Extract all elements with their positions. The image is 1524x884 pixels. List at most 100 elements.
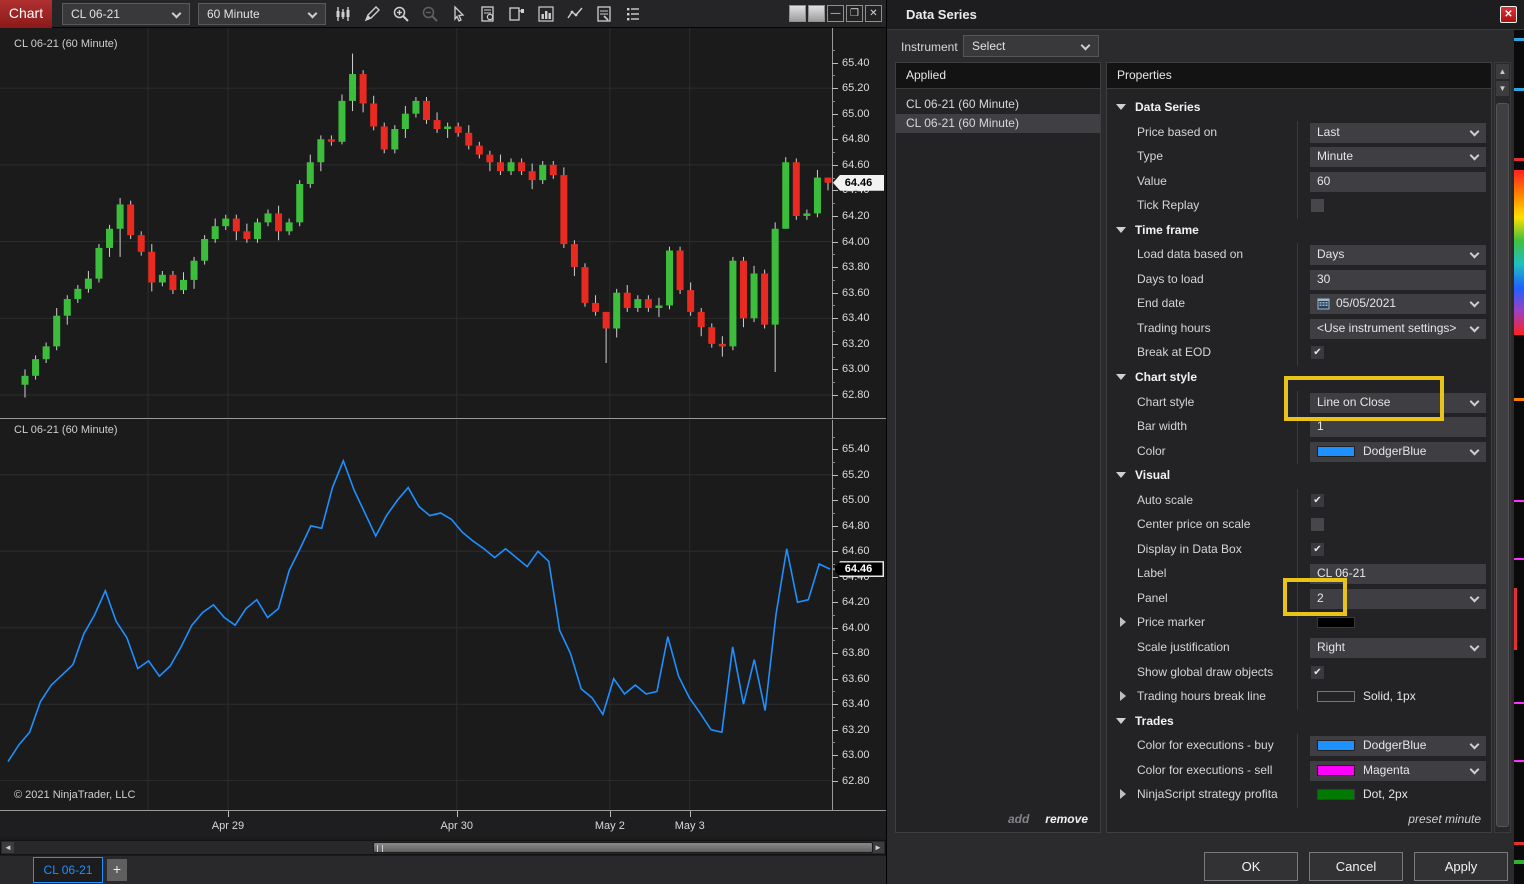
property-dropdown[interactable]: DodgerBlue bbox=[1310, 441, 1486, 462]
property-dropdown[interactable]: 05/05/2021 bbox=[1310, 294, 1486, 315]
property-row-ninjascript-strategy-profita[interactable]: NinjaScript strategy profita Dot, 2px bbox=[1107, 783, 1491, 808]
property-dropdown[interactable]: Right bbox=[1310, 638, 1486, 659]
property-row-color-for-executions-sell[interactable]: Color for executions - sell Magenta bbox=[1107, 758, 1491, 784]
checkbox-checked[interactable]: ✔ bbox=[1311, 542, 1324, 556]
chart-trader-icon[interactable] bbox=[506, 2, 528, 26]
chart-tab[interactable]: CL 06-21 bbox=[33, 857, 103, 883]
property-row-display-in-data-box[interactable]: Display in Data Box ✔ bbox=[1107, 537, 1491, 563]
property-row-color[interactable]: Color DodgerBlue bbox=[1107, 439, 1491, 465]
apply-button[interactable]: Apply bbox=[1414, 852, 1508, 881]
property-row-price-based-on[interactable]: Price based on Last bbox=[1107, 120, 1491, 146]
property-dropdown[interactable]: Minute bbox=[1310, 147, 1486, 168]
instrument-selector[interactable]: CL 06-21 bbox=[62, 3, 190, 25]
applied-series-item[interactable]: CL 06-21 (60 Minute) bbox=[896, 95, 1100, 114]
section-visual[interactable]: Visual bbox=[1107, 464, 1491, 489]
zoom-in-icon[interactable] bbox=[390, 2, 412, 26]
expand-triangle-icon[interactable] bbox=[1120, 617, 1126, 628]
property-row-value[interactable]: Value 60 bbox=[1107, 169, 1491, 195]
dialog-close-icon[interactable]: ✕ bbox=[1500, 6, 1517, 23]
close-window-icon[interactable]: ✕ bbox=[865, 5, 882, 22]
horizontal-scrollbar[interactable]: ◄ ► bbox=[0, 840, 886, 855]
collapse-triangle-icon[interactable] bbox=[1116, 226, 1126, 233]
checkbox-checked[interactable]: ✔ bbox=[1311, 346, 1324, 360]
property-style-value[interactable]: Solid, 1px bbox=[1310, 687, 1486, 707]
property-row-break-at-eod[interactable]: Break at EOD ✔ bbox=[1107, 341, 1491, 367]
data-box-icon[interactable] bbox=[477, 2, 499, 26]
section-time-frame[interactable]: Time frame bbox=[1107, 219, 1491, 244]
collapse-triangle-icon[interactable] bbox=[1116, 104, 1126, 110]
property-row-tick-replay[interactable]: Tick Replay bbox=[1107, 194, 1491, 219]
property-row-scale-justification[interactable]: Scale justification Right bbox=[1107, 636, 1491, 661]
checkbox-checked[interactable]: ✔ bbox=[1311, 665, 1324, 679]
script-editor-icon[interactable] bbox=[593, 2, 615, 26]
property-dropdown[interactable]: Days bbox=[1310, 245, 1486, 266]
property-row-type[interactable]: Type Minute bbox=[1107, 145, 1491, 170]
background-window-fragment bbox=[1514, 588, 1517, 650]
property-input[interactable]: 60 bbox=[1310, 171, 1486, 192]
price-tick-label: 63.60 bbox=[842, 672, 870, 685]
checkbox-checked[interactable]: ✔ bbox=[1311, 493, 1324, 507]
chart-style-icon[interactable] bbox=[332, 2, 354, 26]
property-label: Chart style bbox=[1135, 370, 1198, 385]
property-row-load-data-based-on[interactable]: Load data based on Days bbox=[1107, 243, 1491, 268]
property-row-show-global-draw-objects[interactable]: Show global draw objects ✔ bbox=[1107, 660, 1491, 686]
applied-series-item[interactable]: CL 06-21 (60 Minute) bbox=[896, 114, 1100, 133]
instrument-select-dropdown[interactable]: Select bbox=[963, 35, 1099, 57]
property-row-trading-hours[interactable]: Trading hours <Use instrument settings> bbox=[1107, 316, 1491, 342]
data-series-dialog: Data Series ✕ Instrument Select Applied … bbox=[886, 0, 1524, 884]
price-tick bbox=[832, 653, 838, 655]
scroll-down-icon[interactable]: ▼ bbox=[1496, 81, 1509, 96]
cursor-icon[interactable] bbox=[448, 2, 470, 26]
collapse-triangle-icon[interactable] bbox=[1116, 374, 1126, 381]
property-row-color-for-executions-buy[interactable]: Color for executions - buy DodgerBlue bbox=[1107, 734, 1491, 759]
property-dropdown[interactable]: Magenta bbox=[1310, 760, 1486, 781]
property-dropdown[interactable]: <Use instrument settings> bbox=[1310, 318, 1486, 339]
chart-menu-button[interactable]: Chart bbox=[0, 0, 52, 28]
add-tab-button[interactable]: + bbox=[107, 859, 127, 881]
scrollbar-thumb[interactable] bbox=[1496, 103, 1509, 827]
chart-plot-area[interactable]: 65.4065.2065.0064.8064.6064.4064.2064.00… bbox=[0, 28, 886, 810]
collapse-triangle-icon[interactable] bbox=[1116, 717, 1126, 724]
property-row-auto-scale[interactable]: Auto scale ✔ bbox=[1107, 488, 1491, 514]
strategies-icon[interactable] bbox=[564, 2, 586, 26]
maximize-icon[interactable]: ❐ bbox=[846, 5, 863, 22]
property-row-trading-hours-break-line[interactable]: Trading hours break line Solid, 1px bbox=[1107, 685, 1491, 710]
property-input[interactable]: 30 bbox=[1310, 269, 1486, 290]
price-tick bbox=[832, 88, 838, 90]
property-style-value[interactable] bbox=[1310, 613, 1486, 633]
indicators-icon[interactable] bbox=[535, 2, 557, 26]
section-data-series[interactable]: Data Series bbox=[1107, 96, 1491, 121]
window-pin-icon[interactable] bbox=[808, 5, 825, 22]
property-dropdown[interactable]: Last bbox=[1310, 122, 1486, 143]
price-tick-minor bbox=[832, 665, 835, 667]
drawing-tools-icon[interactable] bbox=[361, 2, 383, 26]
property-row-end-date[interactable]: End date 05/05/2021 bbox=[1107, 292, 1491, 317]
cancel-button[interactable]: Cancel bbox=[1309, 852, 1403, 881]
scroll-right-icon[interactable]: ► bbox=[872, 842, 884, 853]
add-series-button[interactable]: add bbox=[1008, 812, 1029, 826]
scroll-up-icon[interactable]: ▲ bbox=[1496, 64, 1509, 79]
price-tick-label: 63.00 bbox=[842, 363, 870, 376]
checkbox-unchecked[interactable] bbox=[1311, 518, 1324, 532]
property-row-center-price-on-scale[interactable]: Center price on scale bbox=[1107, 513, 1491, 538]
collapse-triangle-icon[interactable] bbox=[1116, 472, 1126, 479]
properties-icon[interactable] bbox=[622, 2, 644, 26]
minimize-icon[interactable]: — bbox=[827, 5, 844, 22]
preset-link[interactable]: preset minute bbox=[1408, 812, 1481, 826]
property-style-value[interactable]: Dot, 2px bbox=[1310, 785, 1486, 805]
scroll-left-icon[interactable]: ◄ bbox=[2, 842, 14, 853]
expand-triangle-icon[interactable] bbox=[1120, 789, 1126, 800]
section-trades[interactable]: Trades bbox=[1107, 710, 1491, 735]
ok-button[interactable]: OK bbox=[1204, 852, 1298, 881]
remove-series-button[interactable]: remove bbox=[1045, 812, 1088, 826]
interval-selector[interactable]: 60 Minute bbox=[198, 3, 326, 25]
checkbox-unchecked[interactable] bbox=[1311, 199, 1324, 213]
expand-triangle-icon[interactable] bbox=[1120, 691, 1126, 702]
window-snap-icon[interactable] bbox=[789, 5, 806, 22]
properties-scrollbar[interactable]: ▲ ▼ bbox=[1494, 62, 1511, 833]
property-row-days-to-load[interactable]: Days to load 30 bbox=[1107, 267, 1491, 293]
property-dropdown[interactable]: DodgerBlue bbox=[1310, 736, 1486, 757]
scrollbar-thumb[interactable] bbox=[373, 842, 873, 853]
zoom-out-icon[interactable] bbox=[419, 2, 441, 26]
price-tick bbox=[832, 318, 838, 320]
